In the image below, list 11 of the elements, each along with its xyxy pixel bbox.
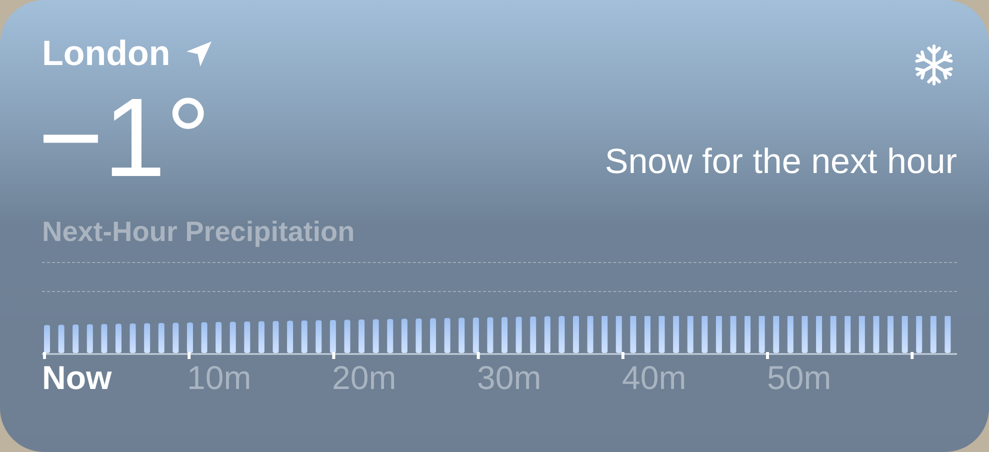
time-label: 20m	[332, 360, 398, 396]
chart-title: Next-Hour Precipitation	[42, 216, 356, 248]
time-label: 10m	[187, 360, 252, 396]
city-name: London	[42, 34, 170, 74]
time-label: Now	[42, 360, 113, 396]
time-label: 50m	[767, 360, 832, 396]
time-label: 40m	[622, 360, 688, 396]
time-label: 30m	[477, 360, 542, 396]
snowflake-icon	[913, 44, 955, 86]
weather-summary: Snow for the next hour	[604, 142, 957, 182]
temperature: −1°	[38, 82, 212, 194]
